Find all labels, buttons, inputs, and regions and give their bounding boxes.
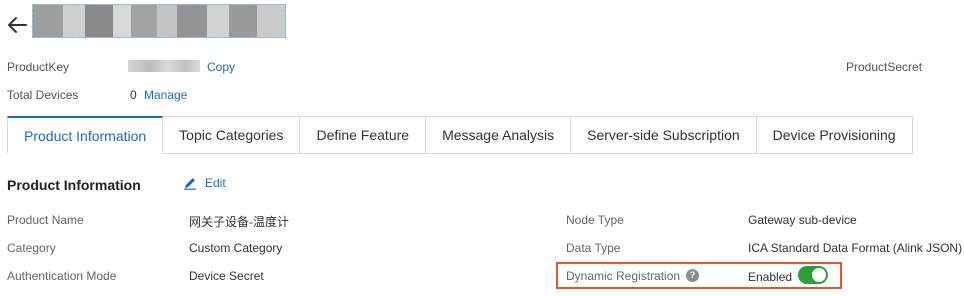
tab-define-feature[interactable]: Define Feature xyxy=(300,116,427,154)
product-secret-label: ProductSecret xyxy=(846,60,923,74)
tab-device-provisioning[interactable]: Device Provisioning xyxy=(756,116,913,154)
manage-link[interactable]: Manage xyxy=(144,88,187,102)
back-arrow-icon[interactable] xyxy=(6,14,28,36)
product-name-label: Product Name xyxy=(7,213,84,227)
category-label: Category xyxy=(7,241,56,255)
edit-label: Edit xyxy=(205,176,226,190)
auth-mode-label: Authentication Mode xyxy=(7,269,117,283)
dynamic-registration-label: Dynamic Registration xyxy=(566,269,681,283)
tab-bar: Product Information Topic Categories Def… xyxy=(7,116,913,154)
product-name-value: 网关子设备-温度计 xyxy=(189,215,289,229)
total-devices-value: 0 xyxy=(130,88,137,102)
copy-link[interactable]: Copy xyxy=(207,60,235,74)
edit-button[interactable]: Edit xyxy=(183,176,226,190)
product-key-label: ProductKey xyxy=(7,60,70,74)
dynamic-registration-toggle[interactable] xyxy=(798,266,828,284)
tab-message-analysis[interactable]: Message Analysis xyxy=(426,116,572,154)
data-type-value: ICA Standard Data Format (Alink JSON) xyxy=(748,241,963,255)
tab-product-information[interactable]: Product Information xyxy=(7,116,164,154)
tab-server-side-subscription[interactable]: Server-side Subscription xyxy=(571,116,757,154)
pencil-icon xyxy=(184,178,196,190)
category-value: Custom Category xyxy=(189,241,283,255)
product-title-redacted xyxy=(32,4,286,38)
question-circle-icon[interactable]: ? xyxy=(686,269,699,282)
dynamic-registration-value: Enabled xyxy=(748,270,793,284)
tab-topic-categories[interactable]: Topic Categories xyxy=(163,116,301,154)
node-type-value: Gateway sub-device xyxy=(748,213,857,227)
toggle-knob xyxy=(812,268,826,282)
data-type-label: Data Type xyxy=(566,241,621,255)
node-type-label: Node Type xyxy=(566,213,624,227)
auth-mode-value: Device Secret xyxy=(189,269,264,283)
product-key-value-redacted xyxy=(128,60,200,72)
section-title: Product Information xyxy=(7,177,141,193)
total-devices-label: Total Devices xyxy=(7,88,79,102)
